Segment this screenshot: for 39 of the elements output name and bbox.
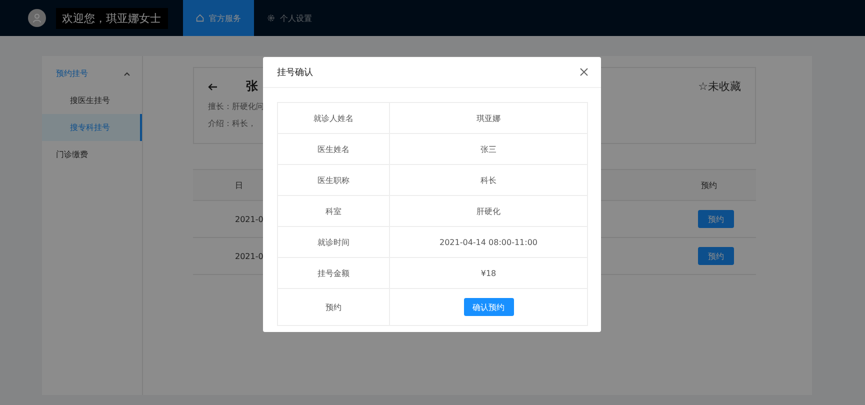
book-button[interactable]: 预约 [698,247,734,265]
sidebar-item[interactable]: 门诊缴费 [42,141,142,168]
book-button[interactable]: 预约 [698,210,734,228]
label-cell: 科室 [278,196,390,226]
nav-tab[interactable]: 个人设置 [254,0,325,36]
modal-title: 挂号确认 [277,66,313,78]
close-icon [579,67,589,77]
sidebar-item[interactable]: 搜专科挂号 [42,114,142,141]
column-header: 日 [235,180,243,190]
favorite-toggle[interactable]: ☆未收藏 [698,79,741,94]
nav-tab[interactable]: 官方服务 [183,0,254,36]
back-arrow-icon[interactable] [208,82,218,90]
label-cell: 医生职称 [278,165,390,195]
label-cell: 预约 [278,289,390,325]
avatar[interactable] [28,9,46,27]
label-cell: 就诊时间 [278,227,390,257]
caret-icon [124,72,130,76]
user-icon [32,13,42,23]
value-cell-text: ¥18 [480,268,498,280]
home-icon [196,14,204,22]
table-cell: 2021-0 [235,252,264,260]
confirm-button[interactable]: 确认预约 [464,298,514,316]
value-cell-text: 琪亚娜 [476,112,502,124]
sidebar-item[interactable]: 预约挂号 [42,60,142,87]
intro-text: 介绍：科长， [208,118,256,129]
welcome-text: 欢迎您，琪亚娜女士 [56,8,168,28]
value-cell-text: 2021-04-14 08:00-11:00 [438,236,539,248]
doctor-name: 张 [246,78,258,95]
sidebar-item[interactable]: 搜医生挂号 [42,87,142,114]
close-button[interactable] [579,67,589,77]
label-cell: 医生姓名 [278,134,390,164]
table-cell: 2021-0 [235,214,264,224]
label-cell: 挂号金额 [278,258,390,288]
value-cell-text: 肝硬化 [476,206,502,218]
column-header: 预约 [701,180,717,190]
specialty-text: 擅长：肝硬化问 [208,101,264,112]
label-cell: 就诊人姓名 [278,103,390,133]
value-cell-text: 张三 [480,144,498,156]
value-cell-text: 科长 [480,174,498,186]
